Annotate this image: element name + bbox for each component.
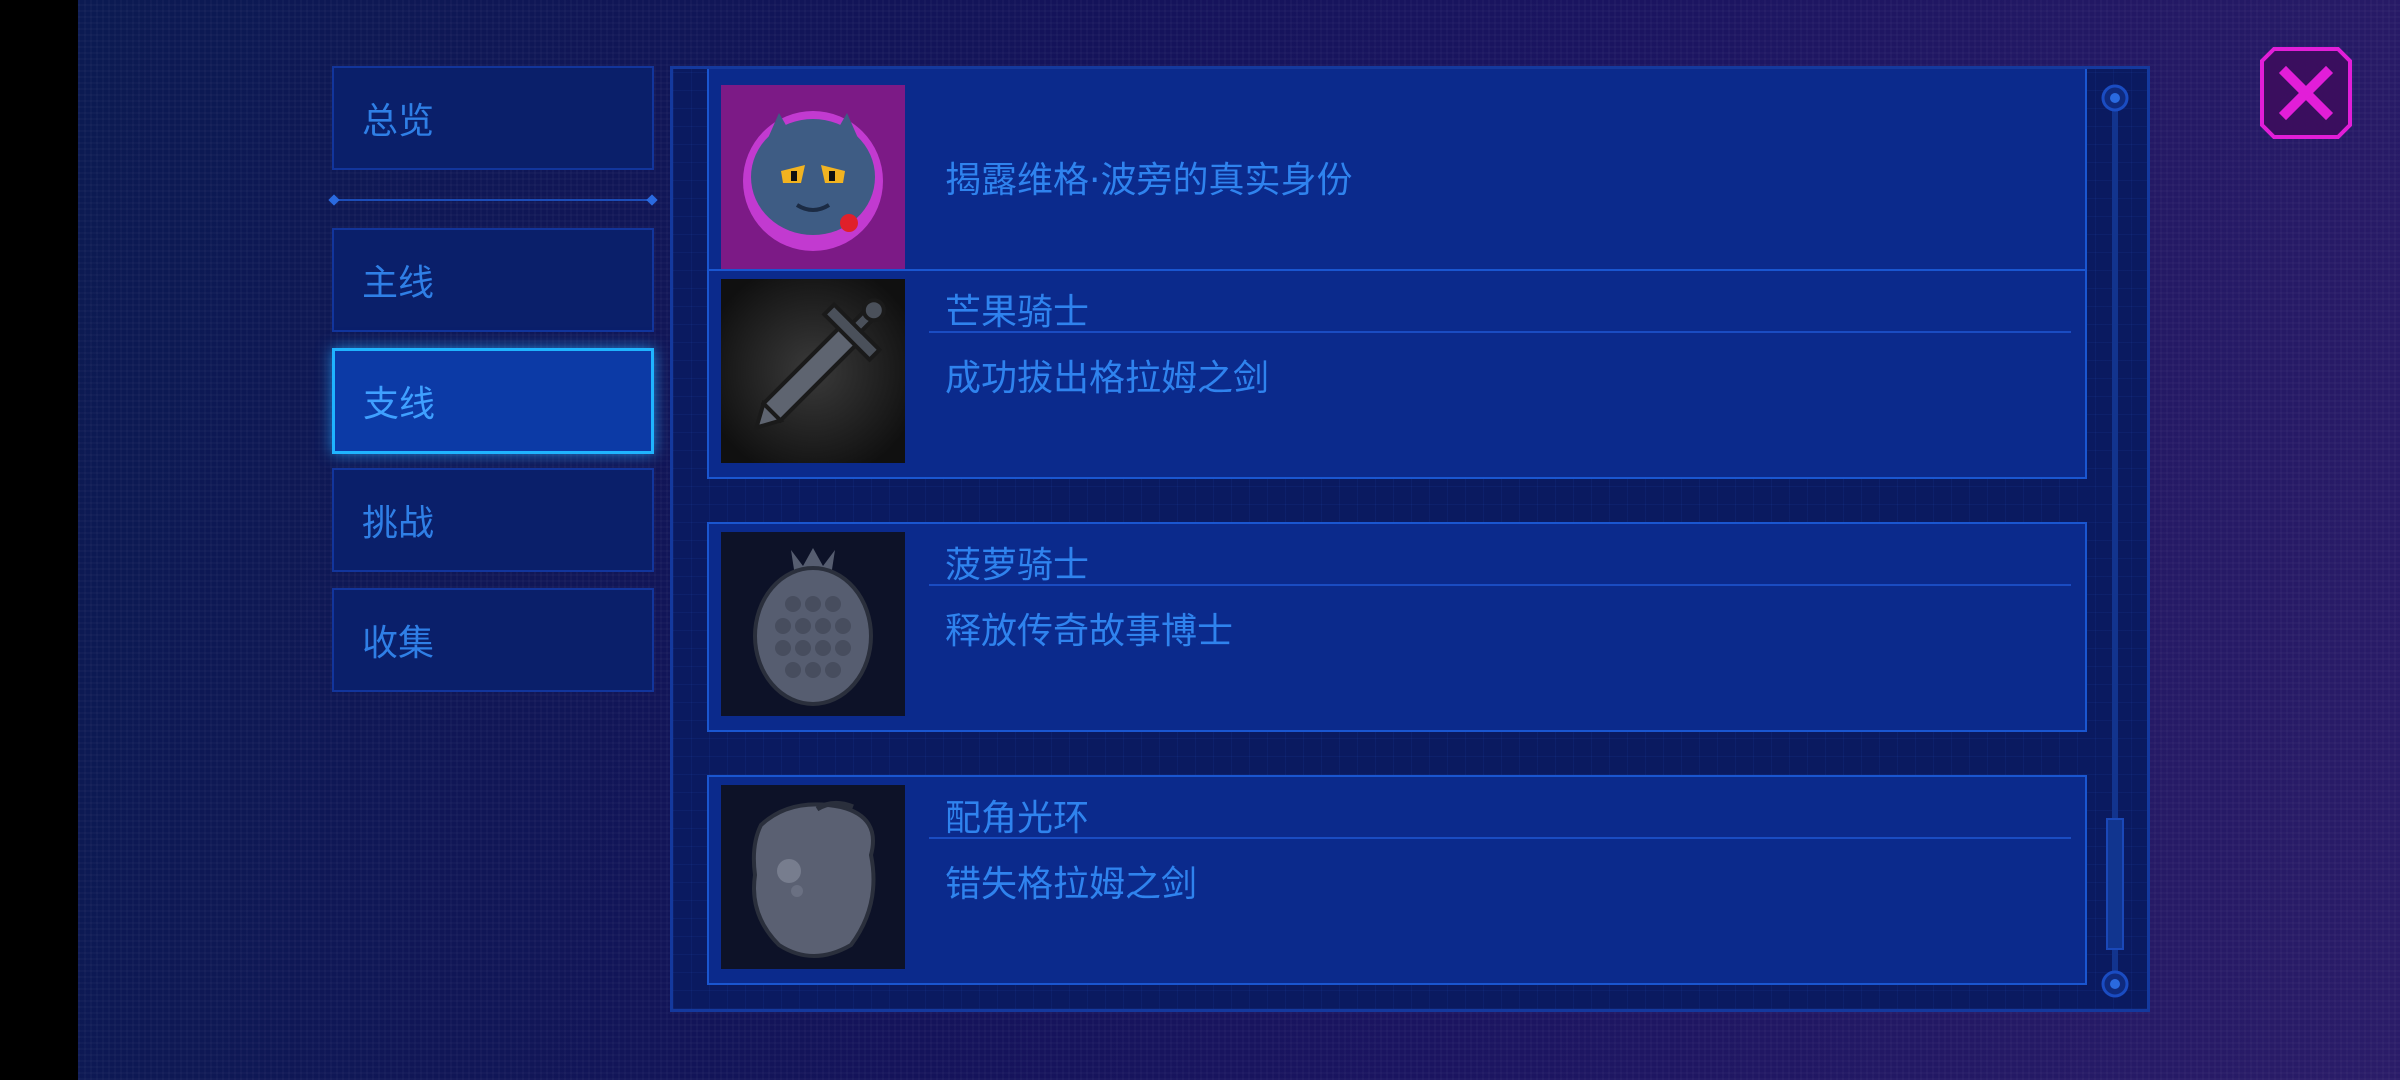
tab-label: 挑战	[362, 503, 435, 544]
card-separator	[929, 584, 2071, 586]
achievement-description: 错失格拉姆之剑	[945, 864, 1198, 905]
tab-label: 主线	[362, 263, 435, 304]
achievement-card[interactable]: 芒果骑士 成功拔出格拉姆之剑	[707, 269, 2087, 479]
tab-label: 支线	[363, 384, 436, 425]
card-separator	[929, 331, 2071, 333]
tab-label: 总览	[362, 101, 435, 142]
game-screen: 总览 主线 支线 挑战 收集 揭露维格·波旁的真实身份 芒果骑士 成功拔出格拉姆…	[0, 0, 2400, 1080]
achievement-description: 成功拔出格拉姆之剑	[945, 358, 1270, 399]
achievement-list-panel[interactable]: 揭露维格·波旁的真实身份 芒果骑士 成功拔出格拉姆之剑 菠萝骑士 释放传奇故事博…	[670, 66, 2150, 1012]
close-button[interactable]	[2260, 47, 2352, 139]
achievement-description: 揭露维格·波旁的真实身份	[945, 160, 1353, 201]
close-icon	[2260, 47, 2352, 139]
achievement-title: 配角光环	[945, 798, 1090, 839]
achievement-card[interactable]: 配角光环 错失格拉姆之剑	[707, 775, 2087, 985]
tab-label: 收集	[362, 623, 435, 664]
tab-main-quest[interactable]: 主线	[332, 228, 654, 332]
mango-icon	[721, 785, 905, 969]
scroll-up-cap-icon	[2101, 84, 2129, 112]
card-separator	[929, 837, 2071, 839]
tab-side-quest[interactable]: 支线	[332, 348, 654, 454]
pineapple-icon	[721, 532, 905, 716]
achievement-card[interactable]: 菠萝骑士 释放传奇故事博士	[707, 522, 2087, 732]
tab-divider	[328, 194, 658, 206]
sword-icon	[721, 279, 905, 463]
achievement-description: 释放传奇故事博士	[945, 611, 1234, 652]
cat-villain-icon	[721, 85, 905, 283]
achievement-card[interactable]: 揭露维格·波旁的真实身份	[707, 69, 2087, 291]
tab-collection[interactable]: 收集	[332, 588, 654, 692]
achievement-title: 芒果骑士	[945, 292, 1090, 333]
scroll-down-cap-icon	[2101, 970, 2129, 998]
tab-challenge[interactable]: 挑战	[332, 468, 654, 572]
achievement-title: 菠萝骑士	[945, 545, 1090, 586]
tab-overview[interactable]: 总览	[332, 66, 654, 170]
scrollbar-thumb[interactable]	[2106, 818, 2124, 950]
